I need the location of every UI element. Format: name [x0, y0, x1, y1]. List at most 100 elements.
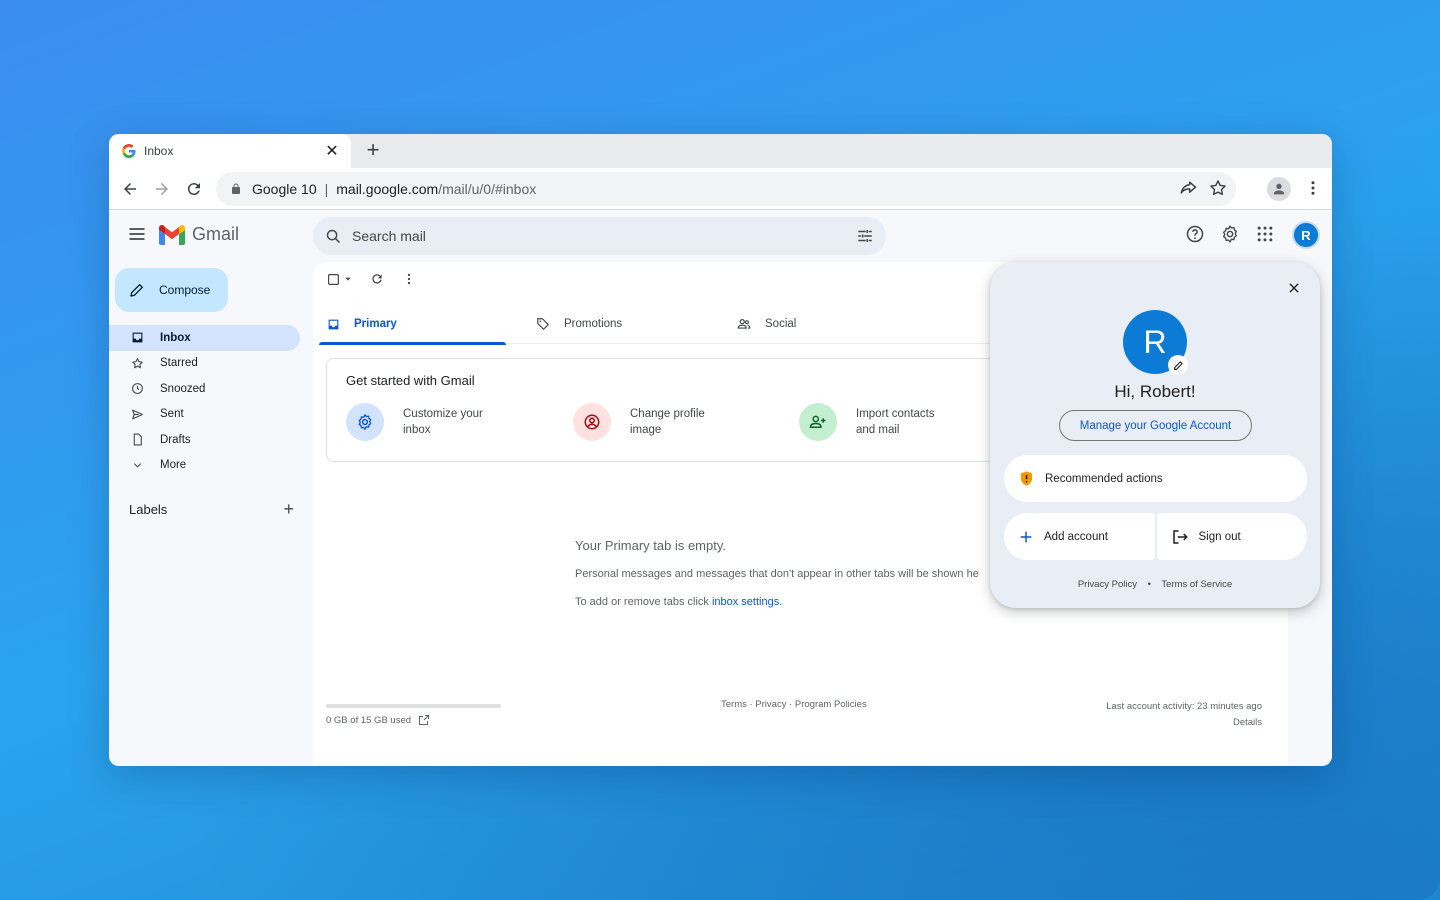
plus-icon	[1020, 531, 1032, 542]
sidebar-item-sent[interactable]: Sent	[109, 402, 309, 428]
gear-icon	[346, 403, 384, 441]
sidebar-item-more[interactable]: More	[109, 453, 309, 479]
compose-button[interactable]: Compose	[115, 268, 228, 312]
recommended-actions-button[interactable]: Recommended actions	[1004, 455, 1307, 502]
tab-strip: Inbox ✕ +	[109, 134, 1332, 168]
star-icon	[130, 356, 144, 370]
sidebar-item-label: Starred	[160, 357, 198, 370]
open-in-new-icon[interactable]	[418, 714, 430, 726]
popover-footer: Privacy Policy • Terms of Service	[990, 579, 1320, 590]
inbox-settings-link[interactable]: inbox settings	[712, 596, 779, 608]
gmail-header: Gmail R	[109, 210, 1332, 262]
people-icon	[737, 319, 751, 329]
footer-separator: •	[1147, 579, 1151, 590]
empty-state-title: Your Primary tab is empty.	[575, 538, 726, 553]
forward-button[interactable]	[146, 173, 178, 205]
storage-text: 0 GB of 15 GB used	[326, 714, 412, 726]
share-icon[interactable]	[1178, 178, 1198, 198]
select-all-checkbox[interactable]	[327, 273, 352, 286]
labels-header: Labels +	[129, 499, 294, 520]
empty-state-hint: To add or remove tabs click inbox settin…	[575, 596, 782, 608]
gs-item-label: Customize your inbox	[403, 408, 483, 436]
back-button[interactable]	[114, 173, 146, 205]
draft-icon	[130, 433, 144, 447]
header-actions	[1185, 224, 1275, 244]
tab-label: Primary	[354, 318, 397, 330]
url-separator: |	[324, 181, 329, 197]
sidebar-item-starred[interactable]: Starred	[109, 351, 309, 377]
address-bar[interactable]: Google 10 | mail.google.com/mail/u/0/#inbo…	[216, 172, 1236, 206]
labels-title: Labels	[129, 502, 168, 517]
sidebar-item-label: More	[160, 459, 187, 472]
sidebar-item-drafts[interactable]: Drafts	[109, 427, 309, 453]
checkbox-icon	[328, 273, 339, 285]
get-started-title: Get started with Gmail	[346, 373, 475, 388]
chevron-down-icon	[130, 458, 144, 472]
tab-close-icon[interactable]: ✕	[323, 141, 341, 161]
account-actions: Add account Sign out	[1004, 513, 1307, 560]
pencil-icon	[130, 284, 143, 297]
gs-item-label: Change profile image	[630, 408, 705, 436]
add-account-button[interactable]: Add account	[1004, 513, 1155, 560]
search-icon[interactable]	[325, 228, 342, 245]
storage-info: 0 GB of 15 GB used	[326, 714, 430, 726]
tune-icon[interactable]	[856, 227, 874, 245]
reload-icon	[187, 183, 200, 196]
details-link[interactable]: Details	[1106, 715, 1262, 731]
account-circle-icon	[573, 403, 611, 441]
browser-profile-button[interactable]	[1267, 177, 1291, 201]
search-bar[interactable]	[313, 217, 886, 255]
account-activity: Last account activity: 23 minutes ago De…	[1106, 699, 1262, 731]
gmail-logo[interactable]: Gmail	[159, 224, 239, 245]
omnibox-actions	[1178, 178, 1228, 198]
change-profile-image-item[interactable]: Change profile image	[573, 403, 730, 441]
reload-button[interactable]	[178, 173, 210, 205]
edit-avatar-icon[interactable]	[1168, 355, 1188, 375]
new-tab-button[interactable]: +	[361, 139, 385, 163]
lock-icon	[232, 183, 240, 194]
more-vert-icon[interactable]	[1304, 179, 1322, 197]
gmail-wordmark: Gmail	[192, 224, 240, 244]
recommended-actions-label: Recommended actions	[1045, 472, 1163, 485]
help-icon[interactable]	[1185, 224, 1205, 244]
tab-social[interactable]: Social	[729, 304, 796, 344]
inbox-icon	[328, 319, 339, 329]
get-started-card: Get started with Gmail Customize your in…	[326, 358, 1016, 462]
account-avatar-button[interactable]: R	[1292, 221, 1320, 249]
compose-label: Compose	[159, 283, 211, 297]
customize-inbox-item[interactable]: Customize your inbox	[346, 403, 503, 441]
tab-title: Inbox	[144, 144, 174, 158]
manage-account-button[interactable]: Manage your Google Account	[1059, 410, 1252, 441]
menu-icon[interactable]	[127, 224, 147, 244]
tab-primary[interactable]: Primary	[319, 304, 506, 345]
send-icon	[130, 407, 144, 421]
more-vert-icon[interactable]	[402, 272, 416, 286]
add-label-icon[interactable]: +	[283, 499, 294, 520]
empty-state-description: Personal messages and messages that don'…	[575, 568, 979, 580]
refresh-icon[interactable]	[370, 272, 384, 286]
account-popover: R Hi, Robert! Manage your Google Account…	[990, 262, 1320, 608]
sign-out-button[interactable]: Sign out	[1156, 513, 1307, 560]
terms-of-service-link[interactable]: Terms of Service	[1161, 579, 1232, 590]
browser-tab-inbox[interactable]: Inbox ✕	[109, 134, 351, 168]
person-add-icon	[799, 403, 837, 441]
clock-icon	[130, 382, 144, 396]
tab-promotions[interactable]: Promotions	[528, 304, 622, 344]
import-contacts-item[interactable]: Import contacts and mail	[799, 403, 956, 441]
arrow-right-icon	[156, 183, 168, 195]
shield-warning-icon	[1020, 471, 1033, 486]
footer-links[interactable]: Terms · Privacy · Program Policies	[721, 699, 867, 710]
last-activity-text: Last account activity: 23 minutes ago	[1106, 701, 1262, 712]
gear-icon[interactable]	[1220, 224, 1240, 244]
search-input[interactable]	[352, 228, 856, 244]
gmail-m-icon	[159, 224, 185, 245]
sidebar-item-snoozed[interactable]: Snoozed	[109, 376, 309, 402]
hint-prefix: To add or remove tabs click	[575, 596, 712, 608]
privacy-policy-link[interactable]: Privacy Policy	[1078, 579, 1137, 590]
gs-item-label: Import contacts and mail	[856, 408, 935, 436]
close-icon[interactable]	[1282, 276, 1306, 300]
bookmark-star-icon[interactable]	[1208, 178, 1228, 198]
apps-grid-icon[interactable]	[1255, 224, 1275, 244]
sidebar-nav: Inbox Starred Snoozed Sent Drafts More	[109, 325, 309, 478]
sidebar-item-inbox[interactable]: Inbox	[109, 325, 300, 351]
